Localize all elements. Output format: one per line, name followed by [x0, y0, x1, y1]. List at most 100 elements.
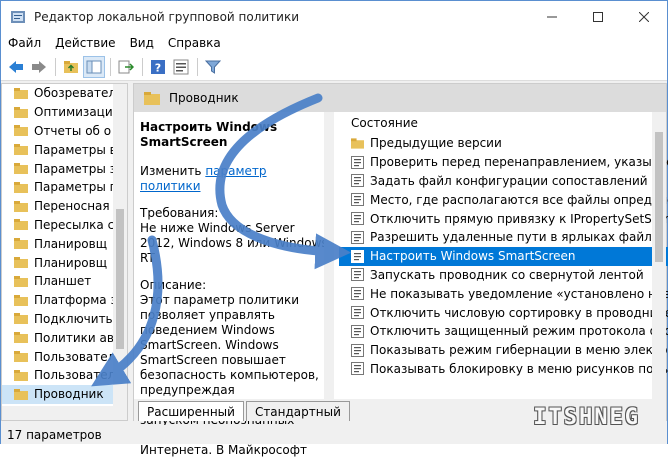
menu-bar: Файл Действие Вид Справка	[1, 32, 667, 54]
menu-view[interactable]: Вид	[123, 36, 161, 50]
policy-setting-row[interactable]: Отключить числовую сортировку в проводни…	[339, 303, 668, 322]
close-button[interactable]	[621, 1, 667, 32]
setting-label: Показывать блокировку в меню рисунков по…	[370, 361, 668, 376]
tab-standard[interactable]: Стандартный	[245, 401, 350, 421]
toolbar-separator	[55, 58, 56, 76]
policy-setting-icon	[351, 324, 364, 338]
scrollbar-thumb[interactable]	[655, 132, 663, 262]
folder-icon	[14, 369, 28, 381]
folder-icon	[14, 257, 28, 269]
settings-vertical-scrollbar[interactable]	[652, 112, 666, 399]
tree-item-label: Оптимизация	[34, 105, 120, 120]
tree-item[interactable]: Планировщ	[2, 234, 127, 253]
tree-item-label: Планировщ	[34, 236, 108, 251]
details-area: Проводник Настроить Windows SmartScreen …	[133, 83, 668, 457]
maximize-button[interactable]	[575, 1, 621, 32]
policy-setting-icon	[351, 212, 364, 226]
tree-item[interactable]: Подключить	[2, 310, 127, 329]
toolbar: ?	[1, 54, 667, 81]
folder-icon	[14, 313, 28, 325]
setting-label: Место, где располагаются все файлы опред…	[370, 192, 668, 207]
tree-item[interactable]: Параметры в	[2, 140, 127, 159]
maximize-icon	[593, 11, 603, 22]
tree-item-label: Отчеты об о	[34, 123, 112, 138]
show-hide-tree-button[interactable]	[83, 56, 105, 78]
tree-item[interactable]: Пользовател	[2, 366, 127, 385]
policy-setting-icon	[351, 362, 364, 376]
policy-setting-row[interactable]: Отключить защищенный режим протокола обо…	[339, 322, 668, 341]
policy-setting-row[interactable]: Показывать режим гибернации в меню элект…	[339, 341, 668, 360]
svg-text:?: ?	[155, 62, 161, 75]
tree-item-label: Планировщ	[34, 255, 108, 270]
menu-help[interactable]: Справка	[161, 36, 228, 50]
setting-label: Проверить перед перенаправлением, указыв…	[370, 155, 668, 170]
folder-icon	[14, 219, 28, 231]
tree-item[interactable]: Проводник	[2, 384, 127, 404]
policy-setting-row[interactable]: Разрешить удаленные пути в ярлыках файло…	[339, 228, 668, 247]
tab-extended[interactable]: Расширенный	[138, 401, 244, 421]
show-hide-tree-icon	[86, 60, 102, 74]
tree-list: Обозреватель Оптимизация Отчеты об о Параме…	[2, 84, 127, 420]
menu-action[interactable]: Действие	[48, 36, 122, 50]
tree-item[interactable]: Оптимизация	[2, 103, 127, 122]
tree-item-label: Пользовател	[34, 349, 116, 364]
tree-item[interactable]: Планировщ	[2, 253, 127, 272]
tree-pane[interactable]: Обозреватель Оптимизация Отчеты об о Параме…	[1, 83, 128, 421]
tree-item-label: Пользовател	[34, 368, 116, 383]
help-icon: ?	[151, 60, 165, 75]
tree-item[interactable]: Параметры з	[2, 159, 127, 178]
policy-setting-row[interactable]: Показывать блокировку в меню рисунков по…	[339, 360, 668, 379]
tree-item[interactable]: Переносная о	[2, 197, 127, 216]
export-list-button[interactable]	[115, 56, 137, 78]
policy-setting-row[interactable]: Проверить перед перенаправлением, указыв…	[339, 153, 668, 172]
scrollbar-thumb[interactable]	[116, 209, 124, 349]
properties-button[interactable]	[170, 56, 192, 78]
menu-file[interactable]: Файл	[1, 36, 48, 50]
up-folder-icon	[64, 61, 78, 73]
help-button[interactable]: ?	[147, 56, 169, 78]
tree-item-label: Обозреватель	[34, 86, 124, 101]
tree-item-label: Переносная о	[34, 199, 121, 214]
properties-icon	[173, 59, 189, 75]
details-header-title: Проводник	[169, 91, 239, 105]
folder-icon	[14, 238, 28, 250]
tree-horizontal-scrollbar[interactable]	[2, 406, 115, 420]
policy-setting-row[interactable]: Настроить Windows SmartScreen	[339, 246, 668, 266]
setting-label: Не показывать уведомление «установлено н…	[370, 286, 668, 301]
tree-item[interactable]: Пересылка с	[2, 216, 127, 235]
minimize-button[interactable]	[529, 1, 575, 32]
policy-setting-row[interactable]: Не показывать уведомление «установлено н…	[339, 284, 668, 303]
policy-setting-icon	[351, 287, 364, 301]
tree-item[interactable]: Обозреватель	[2, 84, 127, 103]
tree-item[interactable]: Политики ав	[2, 328, 127, 347]
back-button[interactable]	[5, 56, 27, 78]
forward-button[interactable]	[28, 56, 50, 78]
policy-setting-row[interactable]: Задать файл конфигурации сопоставлений п…	[339, 172, 668, 191]
tree-item-label: Подключить	[34, 311, 113, 326]
tree-item[interactable]: Отчеты об о	[2, 122, 127, 141]
state-column-header[interactable]: Состояние	[339, 112, 668, 134]
status-text: 17 параметров	[7, 427, 102, 442]
tree-item[interactable]: Параметры п	[2, 178, 127, 197]
tree-item[interactable]: Планшет	[2, 272, 127, 291]
setting-label: Отключить числовую сортировку в проводни…	[370, 305, 668, 320]
description-scrollbar[interactable]	[324, 112, 334, 399]
policy-setting-row[interactable]: Отключить прямую привязку к IPropertySet…	[339, 209, 668, 228]
up-folder-button[interactable]	[60, 56, 82, 78]
setting-label: Отключить прямую привязку к IPropertySet…	[370, 211, 668, 226]
policy-setting-icon	[351, 155, 364, 169]
tree-item-label: Пересылка с	[34, 217, 115, 232]
tree-vertical-scrollbar[interactable]	[113, 84, 127, 420]
folder-icon	[14, 332, 28, 344]
policy-setting-row[interactable]: Место, где располагаются все файлы опред…	[339, 190, 668, 209]
policy-setting-icon	[351, 343, 364, 357]
window-controls	[529, 1, 667, 32]
details-header: Проводник	[134, 84, 666, 112]
policy-setting-row[interactable]: Запускать проводник со свернутой лентой	[339, 266, 668, 285]
filter-button[interactable]	[202, 56, 224, 78]
description-label: Описание:	[140, 278, 207, 292]
tree-item[interactable]: Пользовател	[2, 347, 127, 366]
watermark-logo: ITSHNEG	[533, 405, 640, 430]
tree-item[interactable]: Платформа з	[2, 291, 127, 310]
settings-folder-row[interactable]: Предыдущие версии	[339, 134, 668, 153]
